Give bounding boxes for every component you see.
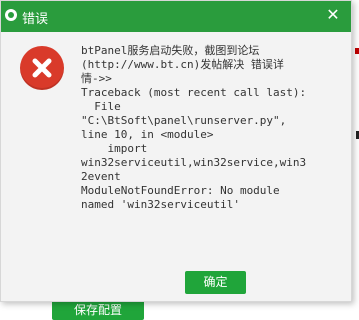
error-dialog: 错误 ✕ btPanel服务启动失败，截图到论坛 (http://www.bt.… bbox=[0, 0, 352, 302]
save-config-button[interactable]: 保存配置 bbox=[52, 300, 144, 320]
dialog-titlebar[interactable]: 错误 ✕ bbox=[1, 1, 351, 32]
dialog-title: 错误 bbox=[22, 11, 49, 26]
background-decoration bbox=[355, 48, 359, 54]
app-logo-icon bbox=[5, 9, 17, 21]
error-message: btPanel服务启动失败，截图到论坛 (http://www.bt.cn)发帖… bbox=[81, 44, 307, 211]
close-button[interactable]: ✕ bbox=[315, 1, 351, 32]
error-x-icon bbox=[20, 46, 64, 90]
ok-button[interactable]: 确定 bbox=[185, 271, 246, 294]
